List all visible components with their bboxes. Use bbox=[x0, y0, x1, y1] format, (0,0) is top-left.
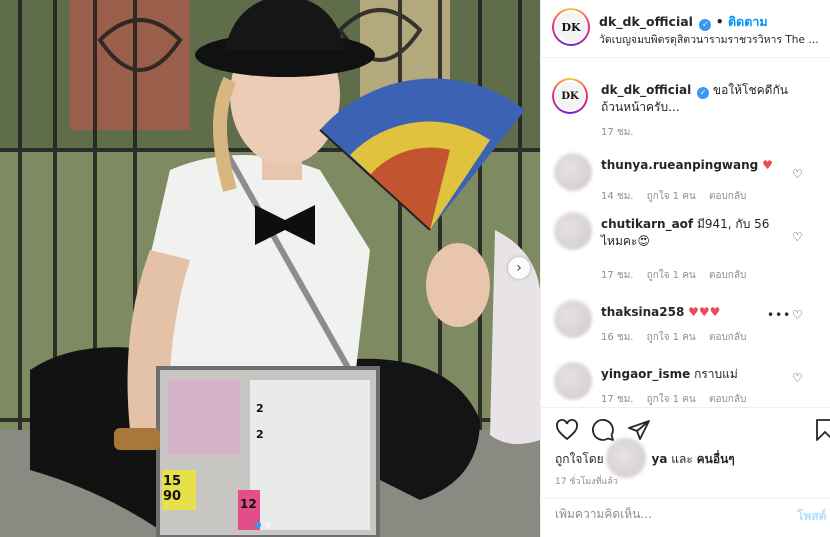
comment-likes[interactable]: ถูกใจ 1 คน bbox=[647, 394, 696, 405]
comment-reply-button[interactable]: ตอบกลับ bbox=[709, 270, 746, 281]
comment-body: thunya.rueanpingwang ♥ bbox=[601, 157, 791, 174]
like-comment-heart-icon[interactable]: ♡ bbox=[792, 371, 803, 385]
commenter-avatar[interactable] bbox=[554, 362, 592, 400]
comment-time[interactable]: 16 ชม. bbox=[601, 332, 633, 343]
author-username[interactable]: dk_dk_official bbox=[599, 14, 693, 29]
comment-likes[interactable]: ถูกใจ 1 คน bbox=[647, 191, 696, 202]
add-comment-bar: โพสต์ bbox=[541, 498, 830, 537]
comment-options-icon[interactable]: ••• bbox=[767, 308, 791, 322]
comment-bubble-icon[interactable] bbox=[591, 418, 615, 442]
next-photo-button[interactable]: › bbox=[508, 257, 530, 279]
chevron-right-icon: › bbox=[516, 260, 522, 276]
comment-username[interactable]: thaksina258 bbox=[601, 305, 684, 319]
lottery-number-top: 15 bbox=[163, 474, 182, 489]
comment-time[interactable]: 17 ชม. bbox=[601, 394, 633, 405]
likes-others[interactable]: คนอื่นๆ bbox=[697, 452, 735, 466]
comment-username[interactable]: yingaor_isme bbox=[601, 367, 690, 381]
caption-time[interactable]: 17 ชม. bbox=[601, 125, 633, 140]
like-comment-heart-icon[interactable]: ♡ bbox=[792, 167, 803, 181]
comment-likes[interactable]: ถูกใจ 1 คน bbox=[647, 332, 696, 343]
like-comment-heart-icon[interactable]: ♡ bbox=[792, 308, 803, 322]
post-timestamp[interactable]: 17 ชั่วโมงที่แล้ว bbox=[555, 474, 618, 488]
comment-reply-button[interactable]: ตอบกลับ bbox=[709, 394, 746, 405]
commenter-avatar[interactable] bbox=[554, 212, 592, 250]
comment-item: chutikarn_aof มี941, กับ 56 ไหมคะ😍 17 ชม… bbox=[541, 212, 830, 281]
comment-meta: 14 ชม. ถูกใจ 1 คน ตอบกลับ bbox=[601, 189, 756, 204]
lottery-number-label: 15 90 bbox=[163, 474, 181, 504]
carousel-dots bbox=[255, 522, 271, 528]
comment-reply-button[interactable]: ตอบกลับ bbox=[709, 332, 746, 343]
liker-avatar[interactable] bbox=[606, 438, 646, 478]
comment-reply-button[interactable]: ตอบกลับ bbox=[709, 191, 746, 202]
carousel-dot-active bbox=[255, 522, 261, 528]
likes-prefix: ถูกใจโดย bbox=[555, 452, 604, 466]
separator-dot: • bbox=[715, 14, 724, 29]
save-bookmark-icon[interactable] bbox=[813, 418, 830, 442]
lottery-number-yellow-1: 2 bbox=[256, 402, 264, 415]
lottery-number-pink: 12 bbox=[240, 497, 257, 511]
likes-and: และ bbox=[671, 452, 693, 466]
comment-meta: 17 ชม. ถูกใจ 1 คน ตอบกลับ bbox=[601, 268, 756, 283]
commenter-avatar[interactable] bbox=[554, 300, 592, 338]
comment-item: thaksina258 ♥♥♥ 16 ชม. ถูกใจ 1 คน ตอบกลั… bbox=[541, 300, 830, 360]
post-comment-button[interactable]: โพสต์ bbox=[797, 507, 826, 526]
comment-item: thunya.rueanpingwang ♥ 14 ชม. ถูกใจ 1 คน… bbox=[541, 153, 830, 213]
caption-avatar[interactable]: DK bbox=[552, 78, 588, 114]
lottery-number-yellow-2: 2 bbox=[256, 428, 264, 441]
likes-user[interactable]: ya bbox=[652, 452, 668, 466]
header-user-line: dk_dk_official ✓ • ติดตาม bbox=[599, 12, 768, 32]
comment-meta: 16 ชม. ถูกใจ 1 คน ตอบกลับ bbox=[601, 330, 756, 345]
comment-likes[interactable]: ถูกใจ 1 คน bbox=[647, 270, 696, 281]
comment-time[interactable]: 17 ชม. bbox=[601, 270, 633, 281]
post-caption: dk_dk_official ✓ ขอให้โชคดีกันถ้วนหน้าคร… bbox=[601, 82, 801, 116]
caption-username[interactable]: dk_dk_official bbox=[601, 83, 691, 97]
comment-body: thaksina258 ♥♥♥ bbox=[601, 304, 791, 321]
post-header: DK dk_dk_official ✓ • ติดตาม วัดเบญจมบพิ… bbox=[541, 0, 830, 58]
post-location[interactable]: วัดเบญจมบพิตรดุสิตวนารามราชวรวิหาร The M… bbox=[599, 31, 827, 48]
post-photo[interactable]: 15 90 12 2 2 › bbox=[0, 0, 540, 537]
comment-text: ♥ bbox=[762, 158, 773, 172]
comment-body: yingaor_isme กราบแม่ bbox=[601, 366, 791, 383]
author-avatar[interactable]: DK bbox=[552, 8, 590, 46]
carousel-dot bbox=[265, 522, 271, 528]
comment-time[interactable]: 14 ชม. bbox=[601, 191, 633, 202]
verified-badge-icon: ✓ bbox=[697, 87, 710, 99]
post-actions: ถูกใจโดย ya และ คนอื่นๆ 17 ชั่วโมงที่แล้… bbox=[541, 407, 830, 507]
comment-username[interactable]: chutikarn_aof bbox=[601, 217, 693, 231]
comment-body: chutikarn_aof มี941, กับ 56 ไหมคะ😍 bbox=[601, 216, 791, 250]
post-sidebar: DK dk_dk_official ✓ • ติดตาม วัดเบญจมบพิ… bbox=[540, 0, 830, 537]
photo-illustration bbox=[0, 0, 540, 537]
comment-text: ♥♥♥ bbox=[688, 305, 721, 319]
avatar-initials: DK bbox=[556, 12, 586, 42]
lottery-number-bottom: 90 bbox=[163, 489, 182, 504]
comment-username[interactable]: thunya.rueanpingwang bbox=[601, 158, 758, 172]
comment-text: กราบแม่ bbox=[694, 367, 738, 381]
like-comment-heart-icon[interactable]: ♡ bbox=[792, 230, 803, 244]
commenter-avatar[interactable] bbox=[554, 153, 592, 191]
like-heart-icon[interactable] bbox=[555, 418, 579, 442]
verified-badge-icon: ✓ bbox=[699, 19, 712, 31]
comment-meta: 17 ชม. ถูกใจ 1 คน ตอบกลับ bbox=[601, 392, 756, 407]
follow-button[interactable]: ติดตาม bbox=[728, 14, 768, 29]
avatar-initials: DK bbox=[556, 82, 584, 110]
add-comment-input[interactable] bbox=[555, 507, 755, 521]
